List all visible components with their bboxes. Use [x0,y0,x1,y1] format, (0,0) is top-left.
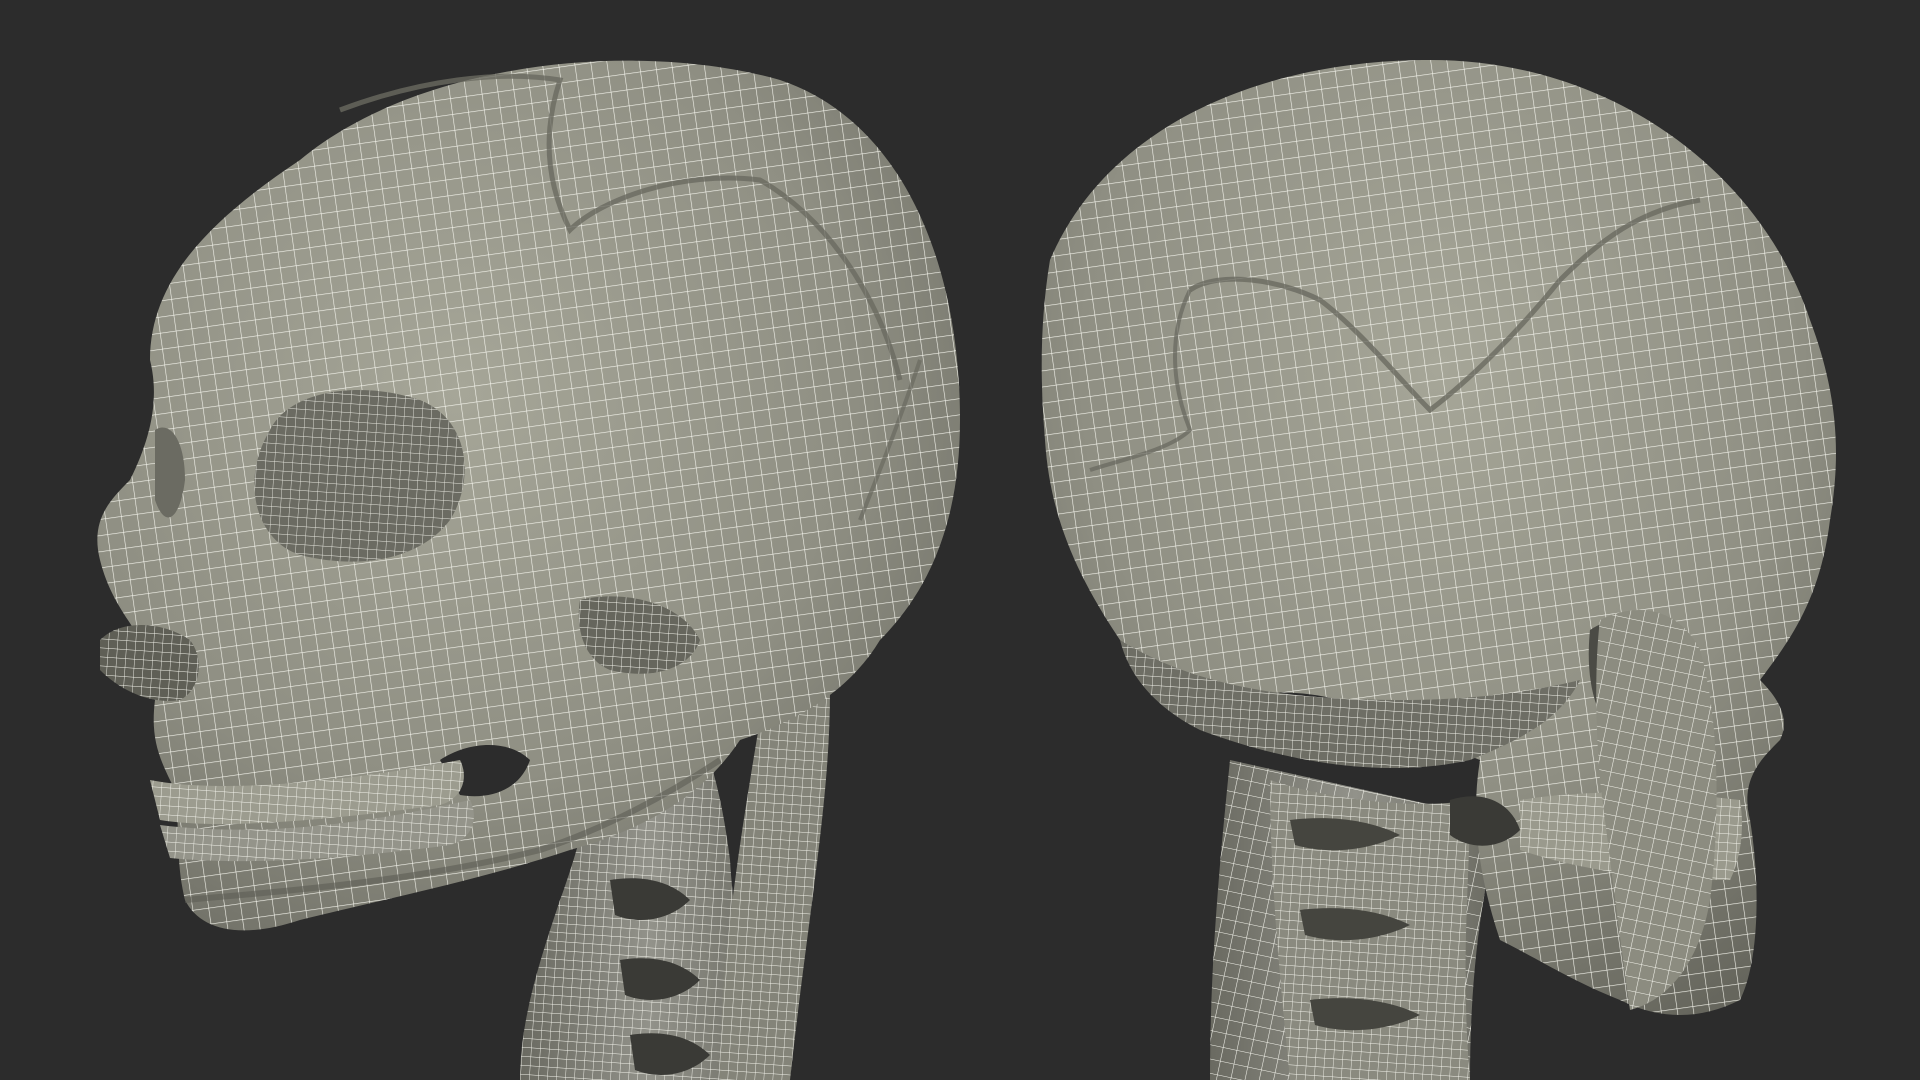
wireframe-render [0,0,1920,1080]
viewport [0,0,1920,1080]
